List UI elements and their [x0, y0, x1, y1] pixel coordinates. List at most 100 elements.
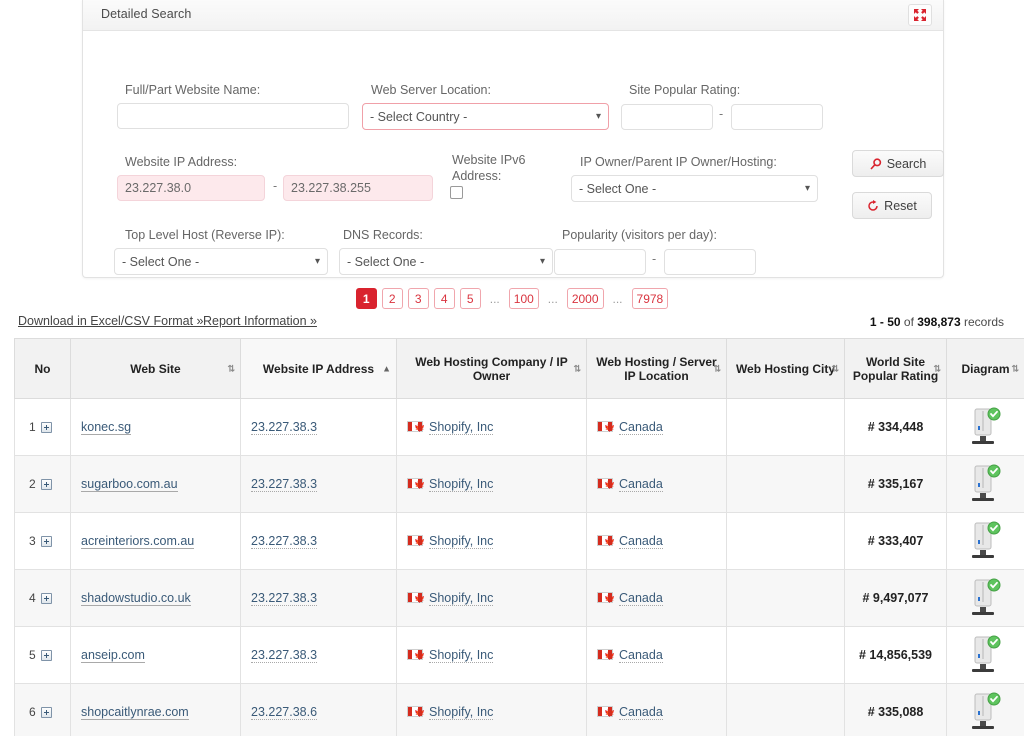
hosting-location-link[interactable]: Canada — [619, 648, 663, 663]
search-button-label: Search — [886, 156, 927, 171]
pagination-page-3[interactable]: 3 — [407, 288, 429, 309]
site-rating-from-input[interactable] — [621, 104, 713, 130]
row-number: 5 — [29, 648, 36, 662]
cell-hosting-city — [726, 512, 845, 570]
expand-row-icon[interactable] — [40, 479, 52, 491]
cell-hosting-city — [726, 398, 845, 456]
ipv6-checkbox[interactable] — [450, 186, 463, 199]
ip-address-link[interactable]: 23.227.38.3 — [251, 648, 318, 663]
popularity-range-dash: - — [652, 252, 657, 266]
pagination-page-7978[interactable]: 7978 — [631, 288, 669, 309]
hosting-company-link[interactable]: Shopify, Inc — [429, 534, 494, 549]
top-level-host-select[interactable]: - Select One - — [114, 248, 328, 275]
sort-both-icon[interactable]: ⇅ — [831, 364, 839, 373]
website-link[interactable]: anseip.com — [81, 648, 145, 663]
sort-both-icon[interactable]: ⇅ — [573, 364, 581, 373]
sort-asc-icon[interactable]: ▲ — [382, 364, 391, 373]
website-ip-address-label: Website IP Address: — [125, 155, 238, 169]
pagination: 1 2 3 4 5... 100... 2000... 7978 — [0, 288, 1024, 309]
hosting-location-link[interactable]: Canada — [619, 477, 663, 492]
column-header-web-hosting-server-ip-location[interactable]: Web Hosting / Server IP Location ⇅ — [586, 338, 727, 399]
column-header-diagram[interactable]: Diagram ⇅ — [946, 338, 1024, 399]
expand-row-icon[interactable] — [40, 707, 52, 719]
column-header-label: World Site Popular Rating — [852, 354, 939, 383]
cell-diagram[interactable] — [946, 683, 1024, 736]
column-header-web-hosting-company-ip-owner[interactable]: Web Hosting Company / IP Owner ⇅ — [396, 338, 587, 399]
website-link[interactable]: sugarboo.com.au — [81, 477, 178, 492]
web-server-location-select[interactable]: - Select Country - — [362, 103, 609, 130]
sort-both-icon[interactable]: ⇅ — [933, 364, 941, 373]
server-ok-icon — [971, 635, 1000, 672]
column-header-website-ip-address[interactable]: Website IP Address ▲ — [240, 338, 397, 399]
hosting-location-link[interactable]: Canada — [619, 534, 663, 549]
cell-diagram[interactable] — [946, 512, 1024, 570]
popularity-from-input[interactable] — [554, 249, 646, 275]
expand-arrows-icon[interactable] — [908, 4, 932, 26]
pagination-page-1[interactable]: 1 — [355, 288, 377, 309]
popularity-to-input[interactable] — [664, 249, 756, 275]
reset-button[interactable]: Reset — [852, 192, 932, 219]
column-header-web-site[interactable]: Web Site ⇅ — [70, 338, 241, 399]
expand-row-icon[interactable] — [40, 422, 52, 434]
pagination-page-2[interactable]: 2 — [381, 288, 403, 309]
website-name-input[interactable] — [117, 103, 349, 129]
cell-diagram[interactable] — [946, 626, 1024, 684]
popularity-label: Popularity (visitors per day): — [562, 228, 717, 242]
search-button[interactable]: Search — [852, 150, 944, 177]
cell-diagram[interactable] — [946, 455, 1024, 513]
hosting-location-link[interactable]: Canada — [619, 591, 663, 606]
cell-diagram[interactable] — [946, 398, 1024, 456]
cell-hosting-company: 🍁 Shopify, Inc — [396, 512, 587, 570]
dns-records-select[interactable]: - Select One - — [339, 248, 553, 275]
hosting-company-link[interactable]: Shopify, Inc — [429, 591, 494, 606]
cell-website: anseip.com — [70, 626, 241, 684]
column-header-no: No — [14, 338, 71, 399]
website-link[interactable]: acreinteriors.com.au — [81, 534, 195, 549]
ip-address-link[interactable]: 23.227.38.6 — [251, 705, 318, 720]
download-csv-link[interactable]: Download in Excel/CSV Format » — [18, 314, 204, 328]
pagination-page-2000[interactable]: 2000 — [566, 288, 604, 309]
website-link[interactable]: shopcaitlynrae.com — [81, 705, 189, 720]
site-popular-rating-label: Site Popular Rating: — [629, 83, 741, 97]
cell-diagram[interactable] — [946, 569, 1024, 627]
website-link[interactable]: konec.sg — [81, 420, 132, 435]
ip-address-link[interactable]: 23.227.38.3 — [251, 420, 318, 435]
ip-owner-select[interactable]: - Select One - — [571, 175, 818, 202]
canada-flag-icon: 🍁 — [407, 649, 425, 660]
ip-range-dash: - — [273, 179, 278, 193]
pagination-page-100[interactable]: 100 — [508, 288, 539, 309]
hosting-company-link[interactable]: Shopify, Inc — [429, 648, 494, 663]
ip-address-link[interactable]: 23.227.38.3 — [251, 477, 318, 492]
expand-row-icon[interactable] — [40, 650, 52, 662]
hosting-location-link[interactable]: Canada — [619, 420, 663, 435]
cell-hosting-company: 🍁 Shopify, Inc — [396, 398, 587, 456]
sort-both-icon[interactable]: ⇅ — [713, 364, 721, 373]
column-header-world-site-popular-rating[interactable]: World Site Popular Rating ⇅ — [844, 338, 947, 399]
expand-row-icon[interactable] — [40, 593, 52, 605]
cell-website: shadowstudio.co.uk — [70, 569, 241, 627]
column-header-web-hosting-city[interactable]: Web Hosting City ⇅ — [726, 338, 845, 399]
panel-header: Detailed Search — [83, 0, 943, 31]
ip-address-from-input[interactable] — [117, 175, 265, 201]
site-rating-to-input[interactable] — [731, 104, 823, 130]
hosting-company-link[interactable]: Shopify, Inc — [429, 705, 494, 720]
website-link[interactable]: shadowstudio.co.uk — [81, 591, 191, 606]
table-row: 6 shopcaitlynrae.com 23.227.38.6 🍁 Shopify, … — [14, 683, 1024, 736]
pagination-page-4[interactable]: 4 — [433, 288, 455, 309]
cell-hosting-city — [726, 455, 845, 513]
hosting-company-link[interactable]: Shopify, Inc — [429, 420, 494, 435]
cell-hosting-company: 🍁 Shopify, Inc — [396, 683, 587, 736]
cell-website: shopcaitlynrae.com — [70, 683, 241, 736]
sort-both-icon[interactable]: ⇅ — [227, 364, 235, 373]
ip-address-link[interactable]: 23.227.38.3 — [251, 591, 318, 606]
sort-both-icon[interactable]: ⇅ — [1011, 364, 1019, 373]
report-information-link[interactable]: Report Information » — [203, 314, 317, 328]
hosting-location-link[interactable]: Canada — [619, 705, 663, 720]
server-ok-icon — [971, 521, 1000, 558]
hosting-company-link[interactable]: Shopify, Inc — [429, 477, 494, 492]
ip-address-to-input[interactable] — [283, 175, 433, 201]
ip-address-link[interactable]: 23.227.38.3 — [251, 534, 318, 549]
record-range: 1 - 50 — [869, 315, 901, 329]
expand-row-icon[interactable] — [40, 536, 52, 548]
pagination-page-5[interactable]: 5 — [459, 288, 481, 309]
